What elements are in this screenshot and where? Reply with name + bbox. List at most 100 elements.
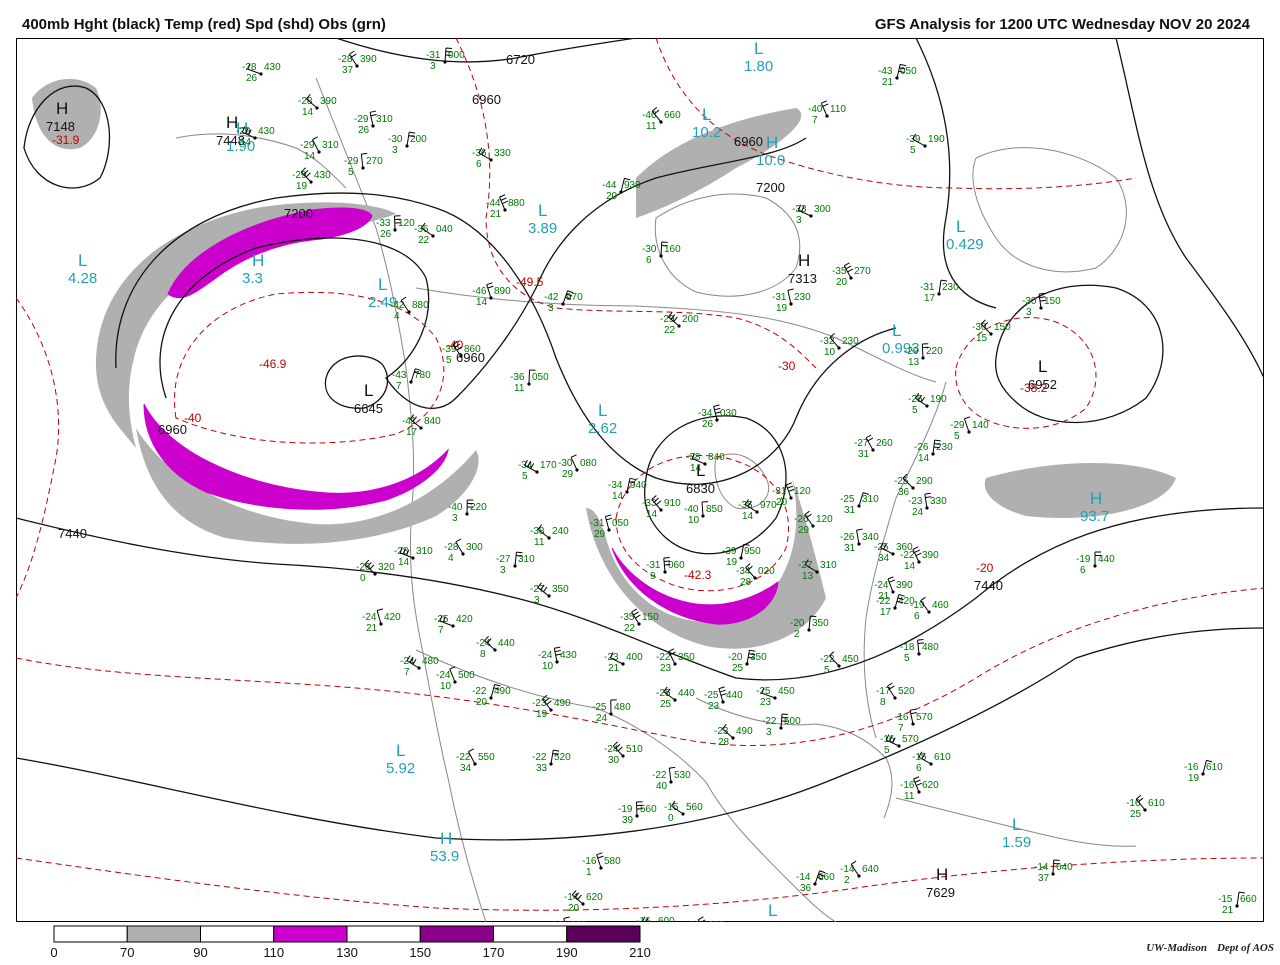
height-label: 6960 bbox=[734, 134, 763, 149]
station-dewpoint: 19 bbox=[296, 181, 308, 192]
station-height: 430 bbox=[264, 62, 281, 73]
station-height: 350 bbox=[552, 584, 569, 595]
station-dewpoint: 6 bbox=[916, 763, 922, 774]
center-letter: H bbox=[1090, 489, 1102, 508]
station-temperature: -30 bbox=[388, 134, 403, 145]
station-height: 270 bbox=[854, 266, 871, 277]
station-dewpoint: 36 bbox=[800, 883, 812, 894]
center-letter: L bbox=[78, 251, 87, 270]
station-height: 050 bbox=[612, 518, 629, 529]
station-temperature: -33 bbox=[642, 498, 657, 509]
station-height: 450 bbox=[778, 686, 795, 697]
station-height: 430 bbox=[314, 170, 331, 181]
station-height: 610 bbox=[934, 752, 951, 763]
station-height: 660 bbox=[818, 872, 835, 883]
station-dewpoint: 5 bbox=[912, 405, 918, 416]
center-value: 7148 bbox=[46, 119, 75, 134]
station-dewpoint: 3 bbox=[1026, 307, 1032, 318]
station-height: 880 bbox=[412, 300, 429, 311]
station-dewpoint: 28 bbox=[718, 737, 730, 748]
station-height: 950 bbox=[744, 546, 761, 557]
wind-barb-feather bbox=[516, 556, 522, 557]
station-height: 840 bbox=[424, 416, 441, 427]
station-dewpoint: 5 bbox=[824, 665, 830, 676]
station-height: 420 bbox=[384, 612, 401, 623]
wind-barb-feather bbox=[664, 558, 670, 559]
station-height: 230 bbox=[842, 336, 859, 347]
station-temperature: -29 bbox=[354, 114, 369, 125]
station-temperature: -42 bbox=[390, 300, 405, 311]
center-value: 10.2 bbox=[692, 124, 721, 141]
station-dewpoint: 3 bbox=[452, 513, 458, 524]
station-height: 930 bbox=[624, 180, 641, 191]
station-dewpoint: 22 bbox=[418, 235, 430, 246]
station-height: 350 bbox=[812, 618, 829, 629]
station-temperature: -25 bbox=[874, 542, 889, 553]
center-letter: L bbox=[702, 105, 711, 124]
station-height: 050 bbox=[900, 66, 917, 77]
station-dewpoint: 21 bbox=[490, 209, 502, 220]
station-height: 120 bbox=[816, 514, 833, 525]
station-height: 610 bbox=[1206, 762, 1223, 773]
station-height: 020 bbox=[758, 566, 775, 577]
center-letter: H bbox=[766, 133, 778, 152]
station-dewpoint: 25 bbox=[732, 663, 744, 674]
right-title: GFS Analysis for 1200 UTC Wednesday NOV … bbox=[875, 16, 1250, 33]
station-dewpoint: 20 bbox=[836, 277, 848, 288]
station-height: 270 bbox=[366, 156, 383, 167]
station-height: 290 bbox=[916, 476, 933, 487]
station-temperature: -27 bbox=[530, 584, 545, 595]
station-temperature: -41 bbox=[402, 416, 417, 427]
station-temperature: -25 bbox=[656, 688, 671, 699]
station-dewpoint: 14 bbox=[918, 453, 930, 464]
station-temperature: -31 bbox=[920, 282, 935, 293]
station-dewpoint: 6 bbox=[914, 611, 920, 622]
station-height: 050 bbox=[532, 372, 549, 383]
center-letter: L bbox=[892, 321, 901, 340]
station-dewpoint: 17 bbox=[924, 293, 936, 304]
station-dewpoint: 3 bbox=[796, 215, 802, 226]
station-height: 310 bbox=[820, 560, 837, 571]
station-temperature: -33 bbox=[376, 218, 391, 229]
station-dewpoint: 14 bbox=[690, 463, 702, 474]
station-temperature: -39 bbox=[722, 546, 737, 557]
station-temperature: -23 bbox=[532, 698, 547, 709]
center-letter: L bbox=[956, 217, 965, 236]
station-temperature: -29 bbox=[660, 314, 675, 325]
station-height: 890 bbox=[494, 286, 511, 297]
station-dewpoint: 39 bbox=[622, 815, 634, 826]
station-temperature: -25 bbox=[840, 494, 855, 505]
temperature-label: -40 bbox=[184, 411, 202, 425]
station-height: 560 bbox=[686, 802, 703, 813]
station-dewpoint: 14 bbox=[304, 151, 316, 162]
station-height: 420 bbox=[456, 614, 473, 625]
station-temperature: -16 bbox=[894, 712, 909, 723]
station-temperature: -16 bbox=[582, 856, 597, 867]
station-height: 200 bbox=[410, 134, 427, 145]
station-temperature: -26 bbox=[914, 442, 929, 453]
station-dewpoint: 34 bbox=[878, 553, 890, 564]
station-dewpoint: 17 bbox=[406, 427, 418, 438]
center-value: 10.0 bbox=[756, 152, 785, 169]
station-temperature: -15 bbox=[1218, 894, 1233, 905]
station-temperature: -16 bbox=[1126, 798, 1141, 809]
height-label: 7200 bbox=[284, 206, 313, 221]
station-dewpoint: 3 bbox=[430, 61, 436, 72]
station-temperature: -25 bbox=[592, 702, 607, 713]
station-dewpoint: 37 bbox=[1038, 873, 1050, 884]
station-height: 620 bbox=[922, 780, 939, 791]
wind-barb-feather bbox=[516, 552, 522, 553]
station-temperature: -14 bbox=[564, 892, 579, 903]
station-dewpoint: 14 bbox=[612, 491, 624, 502]
station-dewpoint: 26 bbox=[380, 229, 392, 240]
station-temperature: -35 bbox=[832, 266, 847, 277]
station-dewpoint: 34 bbox=[460, 763, 472, 774]
station-dewpoint: 7 bbox=[396, 381, 402, 392]
station-dewpoint: 23 bbox=[660, 663, 672, 674]
station-height: 570 bbox=[916, 712, 933, 723]
station-dewpoint: 23 bbox=[708, 701, 720, 712]
station-dewpoint: 7 bbox=[898, 723, 904, 734]
height-label: 6720 bbox=[506, 52, 535, 67]
center-value: 5.92 bbox=[386, 760, 415, 777]
station-dewpoint: 3 bbox=[500, 565, 506, 576]
